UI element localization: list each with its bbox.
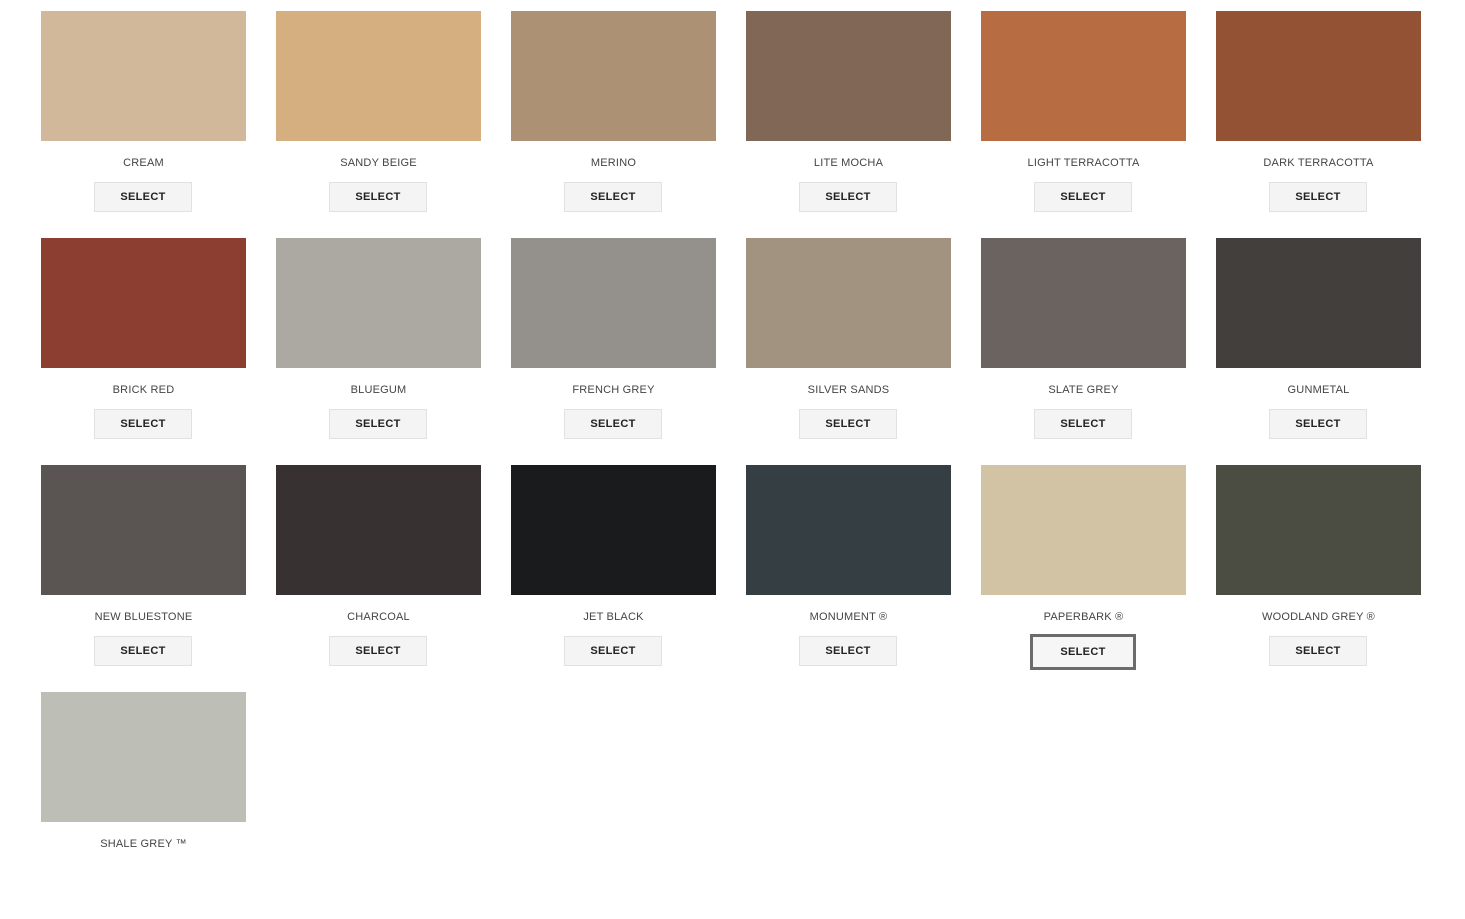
swatch-card: GUNMETAL SELECT: [1216, 238, 1421, 465]
swatch-card: LIGHT TERRACOTTA SELECT: [981, 11, 1186, 238]
swatch-card: BLUEGUM SELECT: [276, 238, 481, 465]
select-button[interactable]: SELECT: [94, 409, 192, 439]
select-button[interactable]: SELECT: [329, 636, 427, 666]
select-button[interactable]: SELECT: [564, 636, 662, 666]
swatch-name: SANDY BEIGE: [340, 157, 417, 169]
swatch-card: PAPERBARK ® SELECT: [981, 465, 1186, 692]
swatch-card: FRENCH GREY SELECT: [511, 238, 716, 465]
color-swatch[interactable]: [41, 692, 246, 822]
swatch-card: JET BLACK SELECT: [511, 465, 716, 692]
color-swatch[interactable]: [276, 238, 481, 368]
swatch-card: BRICK RED SELECT: [41, 238, 246, 465]
swatch-card: SLATE GREY SELECT: [981, 238, 1186, 465]
select-button[interactable]: SELECT: [94, 182, 192, 212]
color-swatch[interactable]: [511, 11, 716, 141]
color-swatch[interactable]: [511, 238, 716, 368]
select-button[interactable]: SELECT: [1034, 182, 1132, 212]
swatch-name: BRICK RED: [112, 384, 175, 396]
color-swatch-grid: CREAM SELECT SANDY BEIGE SELECT MERINO SELECT…: [41, 11, 1421, 919]
swatch-name: CHARCOAL: [347, 611, 410, 623]
swatch-card: CREAM SELECT: [41, 11, 246, 238]
select-button[interactable]: SELECT: [1269, 636, 1367, 666]
select-button[interactable]: SELECT: [329, 182, 427, 212]
select-button[interactable]: SELECT: [329, 409, 427, 439]
swatch-card: WOODLAND GREY ® SELECT: [1216, 465, 1421, 692]
select-button[interactable]: SELECT: [799, 636, 897, 666]
swatch-name: SILVER SANDS: [807, 384, 890, 396]
swatch-name: DARK TERRACOTTA: [1263, 157, 1374, 169]
select-button[interactable]: SELECT: [799, 409, 897, 439]
swatch-card: DARK TERRACOTTA SELECT: [1216, 11, 1421, 238]
color-swatch[interactable]: [1216, 465, 1421, 595]
swatch-card: SANDY BEIGE SELECT: [276, 11, 481, 238]
swatch-card: LITE MOCHA SELECT: [746, 11, 951, 238]
select-button[interactable]: SELECT: [1269, 409, 1367, 439]
swatch-name: LIGHT TERRACOTTA: [1027, 157, 1140, 169]
color-swatch[interactable]: [41, 465, 246, 595]
color-swatch[interactable]: [746, 238, 951, 368]
swatch-name: CREAM: [123, 157, 164, 169]
color-swatch[interactable]: [41, 11, 246, 141]
swatch-card: MONUMENT ® SELECT: [746, 465, 951, 692]
select-button[interactable]: SELECT: [564, 409, 662, 439]
color-swatch[interactable]: [41, 238, 246, 368]
color-swatch[interactable]: [746, 465, 951, 595]
swatch-name: BLUEGUM: [350, 384, 407, 396]
swatch-card: SILVER SANDS SELECT: [746, 238, 951, 465]
color-swatch[interactable]: [276, 465, 481, 595]
swatch-card: NEW BLUESTONE SELECT: [41, 465, 246, 692]
select-button[interactable]: SELECT: [564, 182, 662, 212]
color-swatch[interactable]: [1216, 238, 1421, 368]
swatch-name: NEW BLUESTONE: [94, 611, 193, 623]
color-swatch[interactable]: [746, 11, 951, 141]
swatch-name: PAPERBARK ®: [1043, 611, 1124, 623]
color-swatch[interactable]: [511, 465, 716, 595]
swatch-name: GUNMETAL: [1287, 384, 1350, 396]
swatch-name: LITE MOCHA: [813, 157, 884, 169]
select-button[interactable]: SELECT: [799, 182, 897, 212]
swatch-card: MERINO SELECT: [511, 11, 716, 238]
select-button[interactable]: SELECT: [94, 636, 192, 666]
select-button[interactable]: SELECT: [1034, 409, 1132, 439]
swatch-name: WOODLAND GREY ®: [1262, 611, 1375, 623]
select-button[interactable]: SELECT: [1269, 182, 1367, 212]
color-swatch[interactable]: [1216, 11, 1421, 141]
select-button[interactable]: SELECT: [1030, 634, 1136, 670]
swatch-name: MONUMENT ®: [809, 611, 888, 623]
swatch-name: SHALE GREY ™: [100, 838, 187, 850]
swatch-name: FRENCH GREY: [572, 384, 655, 396]
swatch-card: CHARCOAL SELECT: [276, 465, 481, 692]
swatch-name: JET BLACK: [583, 611, 644, 623]
swatch-card: SHALE GREY ™: [41, 692, 246, 919]
swatch-name: MERINO: [590, 157, 637, 169]
color-swatch[interactable]: [981, 238, 1186, 368]
color-swatch[interactable]: [981, 11, 1186, 141]
color-swatch[interactable]: [981, 465, 1186, 595]
color-swatch[interactable]: [276, 11, 481, 141]
swatch-name: SLATE GREY: [1048, 384, 1119, 396]
